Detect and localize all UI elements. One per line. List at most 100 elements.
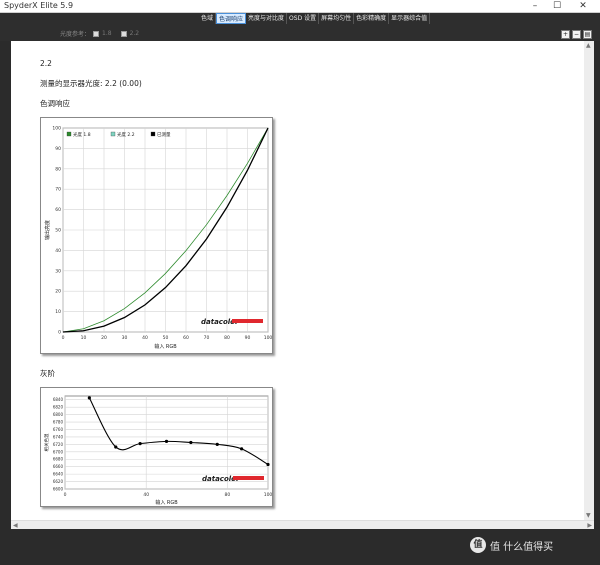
window-title: SpyderX Elite 5.9 [4, 1, 74, 10]
y-tick-label: 6700 [53, 449, 64, 454]
app-window: SpyderX Elite 5.9 – ☐ ✕ 色域 色调响应 亮度与对比度 OSD … [0, 0, 600, 565]
x-tick-label: 70 [204, 335, 210, 341]
tone-response-chart: 0 0 10 10 20 20 30 30 40 40 50 50 60 60 70 70 80 80 90 90 10… [40, 117, 273, 354]
tab-3[interactable]: 亮度与对比度 [246, 13, 288, 24]
title-bar: SpyderX Elite 5.9 – ☐ ✕ [0, 0, 600, 13]
gamma-22-checkbox[interactable] [120, 30, 127, 37]
gamma-18-checkbox[interactable] [93, 30, 100, 37]
data-point [215, 442, 219, 446]
data-point [189, 440, 193, 445]
y-tick-label: 6840 [53, 397, 64, 402]
scroll-up-icon[interactable]: ▲ [586, 42, 591, 49]
y-tick-label: 40 [55, 248, 61, 254]
y-tick-label: 6800 [53, 412, 64, 417]
data-point [164, 439, 169, 443]
x-tick-label: 0 [62, 335, 65, 341]
y-tick-label: 6680 [53, 457, 64, 462]
tab-bar: 色域 色调响应 亮度与对比度 OSD 设置 屏幕均匀性 色彩精确度 显示器综合值 [199, 13, 431, 24]
data-point [114, 445, 118, 449]
print-icon[interactable]: ▤ [583, 30, 592, 39]
data-point [266, 462, 270, 467]
zoom-out-icon[interactable]: − [572, 30, 581, 39]
data-point [87, 396, 91, 400]
legend-swatch-2 [110, 131, 116, 137]
measured-gamma: 测量的显示器光度: 2.2 (0.00) [40, 79, 142, 88]
tab-4[interactable]: OSD 设置 [287, 13, 320, 24]
y-tick-label: 10 [55, 309, 61, 315]
y-tick-label: 6620 [53, 479, 64, 484]
legend-label-2: 光度 2.2 [117, 131, 135, 138]
tab-6[interactable]: 色彩精确度 [354, 13, 390, 24]
y-tick-label: 6660 [53, 464, 64, 469]
watermark-logo-icon: 值 [470, 537, 486, 553]
datacolor-logo-bar [232, 319, 263, 323]
x-tick-label: 100 [264, 335, 273, 341]
tab-2[interactable]: 色调响应 [216, 13, 247, 24]
x-tick-label: 60 [183, 335, 189, 341]
x-tick-label: 80 [224, 335, 230, 341]
x-tick-label: 80 [225, 492, 231, 498]
y-tick-label: 6780 [53, 420, 64, 425]
scroll-right-icon[interactable]: ▶ [587, 522, 592, 529]
y-axis-label: 输出亮度 [44, 220, 51, 240]
tab-7[interactable]: 显示器综合值 [389, 13, 431, 24]
data-point [138, 442, 142, 446]
y-axis-label: 相关色温 [43, 433, 50, 451]
y-tick-label: 90 [55, 146, 61, 152]
report-content: 2.2 测量的显示器光度: 2.2 (0.00) 色调响应 0 0 10 10 20 20… [11, 41, 584, 520]
tone-response-svg: 00 10 10 20 20 30 30 40 40 50 50 60 60 70 70 80 80 90 90 10… [44, 126, 273, 351]
y-tick-label: 60 [55, 207, 61, 213]
x-axis-label: 输入 RGB [154, 343, 177, 350]
grayscale-svg: 6600 6620 6640 6660 6680 6700 6720 6740 6760 6780… [43, 395, 273, 506]
tab-5[interactable]: 屏幕均匀性 [319, 13, 355, 24]
x-axis-label: 输入 RGB [155, 499, 178, 506]
tab-1[interactable]: 色域 [199, 13, 217, 24]
scroll-left-icon[interactable]: ◀ [13, 522, 18, 529]
legend-swatch-3 [150, 131, 156, 137]
vertical-scrollbar[interactable]: ▲ ▼ [584, 41, 594, 520]
x-tick-label: 90 [245, 335, 251, 341]
y-tick-label: 0 [58, 330, 61, 336]
grayscale-heading: 灰阶 [40, 369, 55, 378]
watermark-text: 值 什么值得买 [490, 541, 554, 553]
zoom-in-icon[interactable]: + [561, 30, 570, 39]
y-tick-label: 70 [55, 187, 61, 193]
gamma-reference-options: 光度参考： 1.8 2.2 [60, 29, 145, 38]
maximize-icon[interactable]: ☐ [546, 0, 568, 13]
y-tick-label: 100 [52, 126, 61, 132]
legend-label-1: 光度 1.8 [73, 131, 91, 138]
y-tick-label: 80 [55, 166, 61, 172]
x-tick-label: 20 [101, 335, 107, 341]
legend-label-3: 已测量 [157, 131, 171, 138]
y-tick-label: 6720 [53, 442, 64, 447]
toolbar: 色域 色调响应 亮度与对比度 OSD 设置 屏幕均匀性 色彩精确度 显示器综合值 光度参考：… [0, 13, 600, 41]
datacolor-logo-bar [233, 476, 264, 480]
y-tick-label: 20 [55, 289, 61, 295]
minimize-icon[interactable]: – [524, 0, 546, 13]
gamma-target: 2.2 [40, 59, 52, 68]
gamma-18-label: 1.8 [102, 30, 112, 37]
data-point [240, 447, 244, 451]
watermark: 值 值 什么值得买 [470, 537, 553, 553]
grayscale-chart: 6600 6620 6640 6660 6680 6700 6720 6740 6760 6780… [40, 387, 273, 507]
y-tick-label: 30 [55, 268, 61, 274]
y-tick-label: 50 [55, 228, 61, 234]
x-tick-label: 100 [264, 492, 273, 498]
y-tick-label: 6760 [53, 427, 64, 432]
x-tick-label: 50 [163, 335, 169, 341]
y-tick-label: 6640 [53, 472, 64, 477]
horizontal-scrollbar[interactable]: ◀ ▶ [11, 520, 594, 529]
y-tick-label: 6600 [53, 487, 64, 492]
gamma-reference-label: 光度参考： [60, 31, 91, 38]
close-icon[interactable]: ✕ [572, 0, 594, 13]
x-tick-label: 40 [142, 335, 148, 341]
x-tick-label: 30 [122, 335, 128, 341]
y-tick-label: 6820 [53, 405, 64, 410]
tone-response-heading: 色调响应 [40, 99, 70, 108]
x-tick-label: 0 [64, 492, 67, 498]
y-tick-label: 6740 [53, 434, 64, 439]
legend-swatch-1 [66, 131, 72, 137]
scroll-down-icon[interactable]: ▼ [586, 512, 591, 519]
x-tick-label: 40 [143, 492, 149, 498]
gamma-22-label: 2.2 [129, 30, 140, 37]
